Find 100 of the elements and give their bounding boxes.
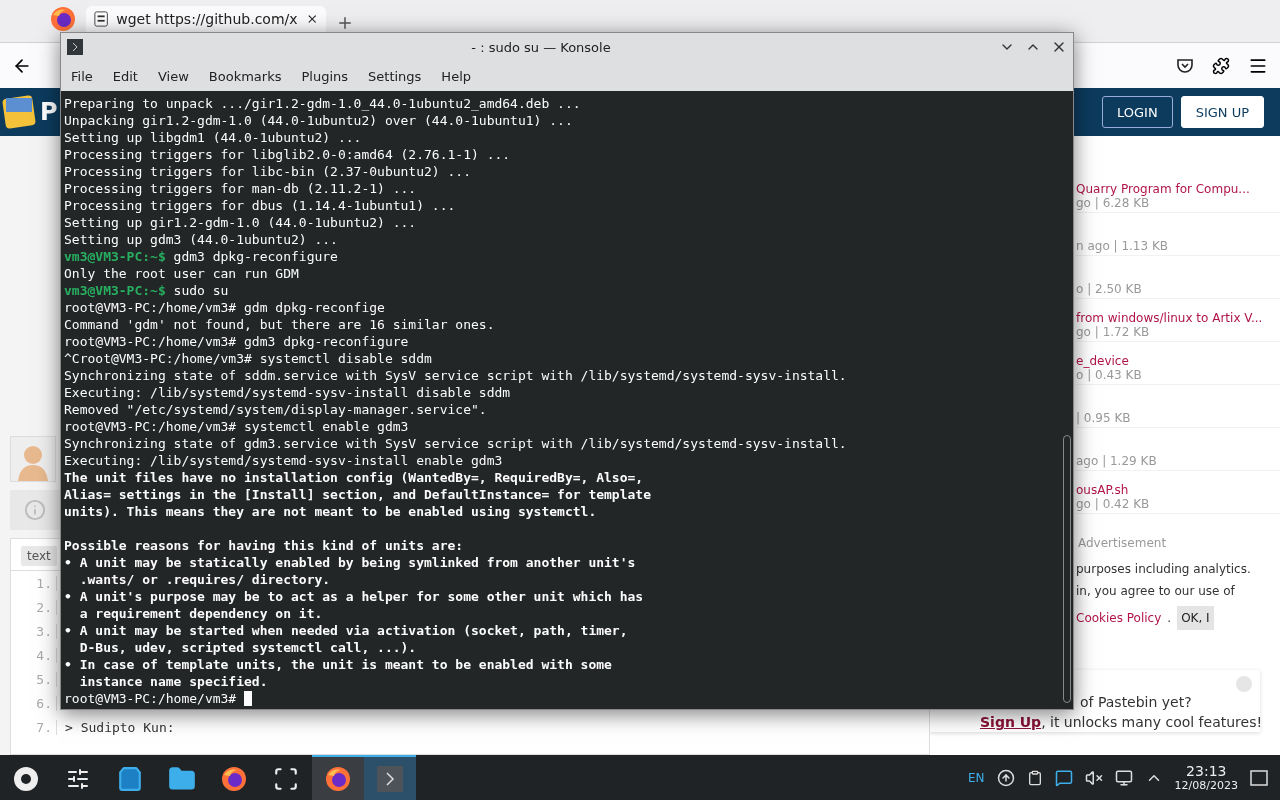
keyboard-layout[interactable]: EN	[968, 770, 985, 785]
clock-date: 12/08/2023	[1174, 779, 1238, 792]
terminal-line: Only the root user can run GDM	[64, 265, 299, 282]
clock[interactable]: 23:13 12/08/2023	[1174, 763, 1238, 792]
paste-meta: o | 2.50 KB	[1076, 282, 1143, 296]
terminal-line: Synchronizing state of gdm3.service with SysV service script with /lib/systemd/systemd-sysv-install.	[64, 435, 847, 452]
menu-item[interactable]: Help	[433, 64, 479, 88]
prompt: vm3@VM3-PC:~$	[64, 282, 166, 299]
terminal-line: Processing triggers for libglib2.0-0:amd64 (2.76.1-1) ...	[64, 146, 511, 163]
terminal-line: Setting up gir1.2-gdm-1.0 (44.0-1ubuntu2) ...	[64, 214, 417, 231]
firefox-icon[interactable]	[325, 765, 351, 792]
paste-title-link[interactable]: e_device	[1076, 354, 1280, 368]
terminal-line: D-Bus, udev, scripted systemctl call, ...).	[78, 639, 417, 656]
paste-title-link[interactable]: Quarry Program for Compu...	[1076, 182, 1280, 196]
paste-title-link[interactable]: ousAP.sh	[1076, 483, 1280, 497]
prompt: vm3@VM3-PC:~$	[64, 248, 166, 265]
terminal-command: sudo su	[172, 282, 229, 299]
terminal-line: root@VM3-PC:/home/vm3# gdm dpkg-reconfige	[64, 299, 385, 316]
clipboard-icon[interactable]	[1026, 769, 1043, 786]
terminal-line: Setting up libgdm1 (44.0-1ubuntu2) ...	[64, 129, 362, 146]
ok-button[interactable]: OK, I	[1177, 606, 1214, 630]
logo-text[interactable]: P	[40, 98, 58, 126]
text-cursor	[244, 691, 252, 706]
signup-link[interactable]: Sign Up	[980, 714, 1042, 730]
terminal-line: Unpacking gir1.2-gdm-1.0 (44.0-1ubuntu2) over (44.0-1ubuntu1) ...	[64, 112, 573, 129]
paste-meta: ago | 1.29 KB	[1076, 454, 1158, 468]
paste-meta: go | 6.28 KB	[1076, 196, 1151, 210]
firefox-icon[interactable]	[221, 765, 247, 792]
screenshot-icon[interactable]	[273, 765, 299, 792]
cookie-text: in, you agree to our use of	[1076, 584, 1235, 598]
menu-item[interactable]: File	[63, 64, 101, 88]
login-button[interactable]: LOGIN	[1101, 96, 1173, 128]
terminal-line: Command 'gdm' not found, but there are 16 similar ones.	[64, 316, 495, 333]
line-number: 1.	[11, 575, 57, 591]
terminal-line: Preparing to unpack .../gir1.2-gdm-1.0_44.0-1ubuntu2_amd64.deb ...	[64, 95, 581, 112]
line-number: 3.	[11, 623, 57, 639]
terminal-command: gdm3 dpkg-reconfigure	[172, 248, 338, 265]
terminal-line: units). This means they are not meant to be enabled using systemctl.	[64, 503, 597, 520]
terminal-line: Removed "/etc/systemd/system/display-manager.service".	[64, 401, 487, 418]
folder-icon[interactable]	[168, 764, 196, 793]
menu-item[interactable]: Plugins	[293, 64, 357, 88]
syntax-tag[interactable]: text	[21, 546, 57, 566]
notification-icon[interactable]	[1054, 768, 1073, 787]
extensions-icon[interactable]	[1212, 56, 1230, 75]
menu-item[interactable]: View	[149, 64, 197, 88]
menu-item[interactable]: Bookmarks	[200, 64, 290, 88]
paste-meta: o | 0.43 KB	[1076, 368, 1143, 382]
terminal-line: a requirement dependency on it.	[78, 605, 323, 622]
terminal-line: Alias= settings in the [Install] section, and DefaultInstance= for template	[64, 486, 651, 503]
line-number: 7.	[11, 719, 57, 735]
terminal-line: .wants/ or .requires/ directory.	[78, 571, 331, 588]
paste-meta: n ago | 1.13 KB	[1076, 239, 1170, 253]
signup-text: of Pastebin yet?	[1079, 694, 1193, 710]
window-title: - : sudo su — Konsole	[470, 39, 612, 55]
terminal-line: ^Croot@VM3-PC:/home/vm3# systemctl disable sddm	[64, 350, 432, 367]
binary-file-icon	[94, 10, 109, 28]
terminal-icon[interactable]	[376, 764, 404, 793]
terminal-line: Executing: /lib/systemd/systemd-sysv-install enable gdm3	[64, 452, 503, 469]
signup-button[interactable]: SIGN UP	[1180, 96, 1264, 128]
terminal-line: Executing: /lib/systemd/systemd-sysv-install disable sddm	[64, 384, 511, 401]
paste-meta: go | 0.42 KB	[1076, 497, 1151, 511]
mute-icon[interactable]	[1084, 768, 1103, 787]
line-number: 5.	[11, 671, 57, 687]
terminal-line: The unit files have no installation config (WantedBy=, RequiredBy=, Also=,	[64, 469, 644, 486]
cookies-policy-link[interactable]: Cookies Policy	[1076, 611, 1162, 625]
line-number: 4.	[11, 647, 57, 663]
logo-icon[interactable]	[2, 95, 36, 129]
terminal-line: Processing triggers for dbus (1.14.4-1ubuntu1) ...	[64, 197, 456, 214]
pocket-icon[interactable]	[1176, 56, 1194, 75]
terminal-line: root@VM3-PC:/home/vm3#	[64, 690, 238, 707]
cookie-text: purposes including analytics.	[1076, 562, 1251, 576]
terminal-line: root@VM3-PC:/home/vm3# systemctl enable gdm3	[64, 418, 409, 435]
menu-item[interactable]: Edit	[104, 64, 146, 88]
person-icon	[16, 443, 50, 481]
paste-title-link[interactable]: from windows/linux to Artix V...	[1076, 311, 1280, 325]
clock-time: 23:13	[1186, 763, 1227, 779]
line-number: 2.	[11, 599, 57, 615]
terminal-icon	[67, 39, 83, 55]
terminal-line: root@VM3-PC:/home/vm3# gdm3 dpkg-reconfigure	[64, 333, 409, 350]
launcher-icon[interactable]	[12, 764, 40, 793]
update-icon[interactable]	[996, 768, 1015, 787]
paste-meta: | 0.95 KB	[1076, 411, 1132, 425]
show-desktop-icon[interactable]	[1250, 768, 1268, 787]
line-number: 6.	[11, 695, 57, 711]
terminal-line: instance name specified.	[78, 673, 268, 690]
signup-text: Sign Up, it unlocks many cool features!	[980, 714, 1260, 730]
menu-item[interactable]: Settings	[360, 64, 430, 88]
new-tab-icon[interactable]	[336, 14, 354, 32]
network-icon[interactable]	[1114, 768, 1133, 787]
advertisement-label: Advertisement	[1077, 536, 1168, 550]
terminal-line: • A unit's purpose may be to act as a helper for some other unit which has	[64, 588, 644, 605]
info-icon	[24, 499, 46, 521]
terminal-line: Processing triggers for libc-bin (2.37-0ubuntu2) ...	[64, 163, 471, 180]
sliders-icon[interactable]	[66, 766, 90, 791]
terminal-line: Possible reasons for having this kind of units are:	[64, 537, 464, 554]
terminal-line: Setting up gdm3 (44.0-1ubuntu2) ...	[64, 231, 338, 248]
browser-tab[interactable]: wget https://github.com/x	[86, 6, 326, 32]
paste-meta: go | 1.72 KB	[1076, 325, 1151, 339]
code-line: > Sudipto Kun:	[64, 719, 175, 735]
firefox-icon[interactable]	[50, 6, 76, 32]
